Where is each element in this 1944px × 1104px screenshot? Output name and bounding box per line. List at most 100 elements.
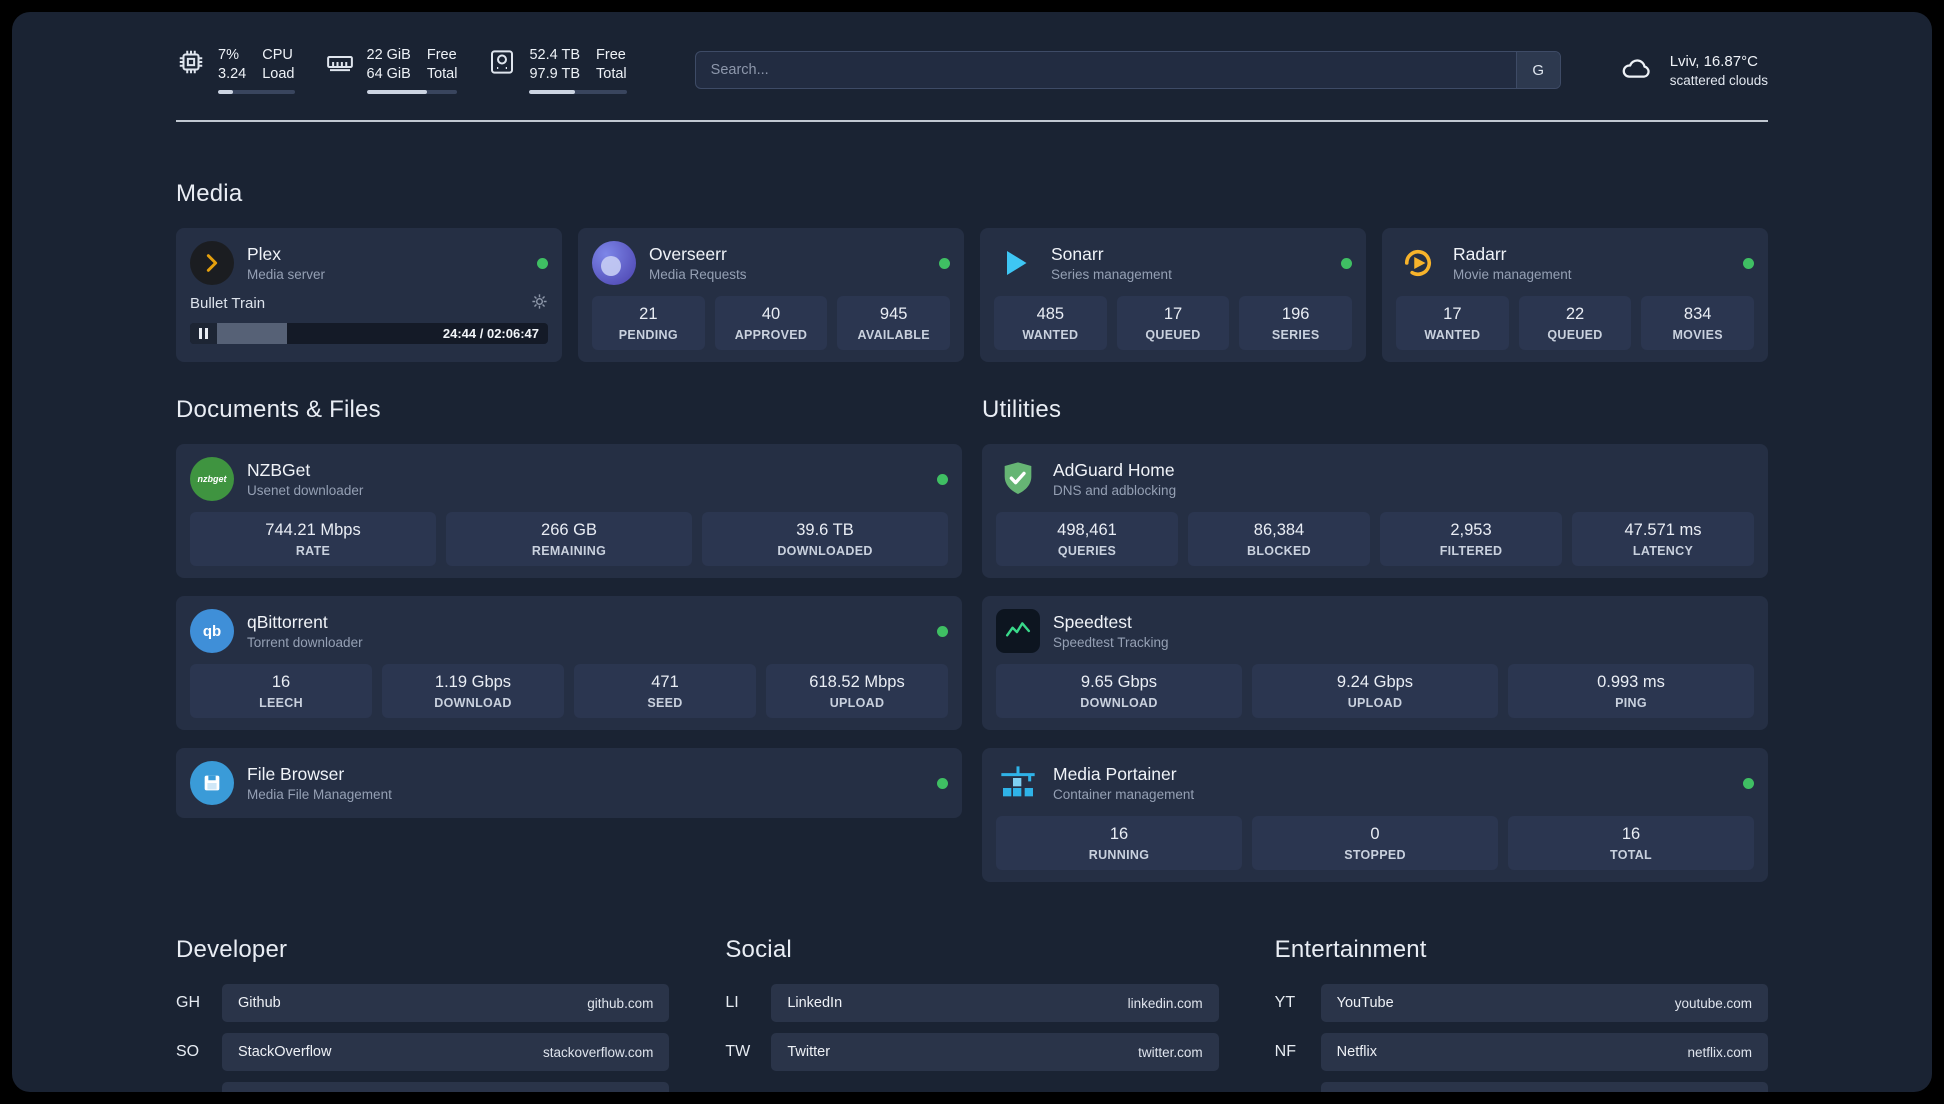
pause-icon[interactable] bbox=[190, 323, 217, 345]
stat-available: 945 AVAILABLE bbox=[837, 296, 950, 351]
playback-time: 24:44 / 02:06:47 bbox=[442, 326, 539, 342]
app-name: Overseerr bbox=[649, 244, 727, 265]
ram-icon bbox=[325, 47, 355, 82]
disk-free-value: 52.4 TB bbox=[529, 47, 581, 63]
stat-rate: 744.21 Mbps RATE bbox=[190, 512, 436, 567]
app-subtitle: Torrent downloader bbox=[247, 635, 363, 651]
bookmark-stackoverflow[interactable]: SO StackOverflow stackoverflow.com bbox=[176, 1033, 670, 1072]
stat-seed: 471 SEED bbox=[574, 664, 756, 719]
playback-progress-fill bbox=[217, 323, 287, 345]
cpu-load-value: 3.24 bbox=[218, 66, 247, 83]
stat-upload: 9.24 Gbps UPLOAD bbox=[1252, 664, 1498, 719]
developer-section-title: Developer bbox=[176, 936, 288, 964]
utilities-section-title: Utilities bbox=[982, 396, 1062, 424]
disk-values: 52.4 TB 97.9 TB bbox=[529, 46, 580, 84]
stat-leech: 16 LEECH bbox=[190, 664, 372, 719]
bookmark-netflix[interactable]: NF Netflix netflix.com bbox=[1275, 1033, 1768, 1072]
bookmark-url: netflix.com bbox=[1687, 1044, 1752, 1060]
app-subtitle: Series management bbox=[1051, 267, 1172, 283]
app-card-sonarr[interactable]: Sonarr Series management 485 WANTED 17 Q… bbox=[980, 228, 1366, 363]
bookmark-reddit[interactable]: RE Reddit reddit.com bbox=[1275, 1082, 1768, 1092]
topbar: 7% 3.24 CPU Load 22 GiB 64 GiB Free Tota… bbox=[176, 12, 1768, 95]
stat-approved: 40 APPROVED bbox=[714, 296, 828, 351]
stat-total: 16 TOTAL bbox=[1508, 816, 1754, 871]
stat-running: 16 RUNNING bbox=[996, 816, 1242, 871]
cpu-labels: CPU Load bbox=[262, 47, 295, 83]
cpu-usage-bar bbox=[218, 90, 295, 95]
playback-progress-bar[interactable]: 24:44 / 02:06:47 bbox=[190, 323, 548, 345]
bookmark-name: Netflix bbox=[1336, 1044, 1377, 1061]
disk-metric: 52.4 TB 97.9 TB Free Total bbox=[487, 46, 627, 95]
app-subtitle: Usenet downloader bbox=[247, 483, 364, 499]
app-subtitle: Movie management bbox=[1453, 267, 1572, 283]
status-dot bbox=[1743, 777, 1754, 789]
app-subtitle: Media server bbox=[247, 267, 326, 283]
bookmark-abbr: TW bbox=[725, 1043, 751, 1061]
bookmark-abbr: GH bbox=[176, 994, 200, 1012]
app-card-speedtest[interactable]: Speedtest Speedtest Tracking 9.65 Gbps D… bbox=[982, 596, 1768, 731]
now-playing-title: Bullet Train bbox=[190, 295, 266, 313]
stat-queries: 498,461 QUERIES bbox=[996, 512, 1178, 567]
bookmark-linkedin[interactable]: LI LinkedIn linkedin.com bbox=[725, 984, 1219, 1023]
bookmark-abbr: YT bbox=[1274, 994, 1296, 1012]
gear-icon[interactable] bbox=[531, 293, 548, 314]
app-card-radarr[interactable]: Radarr Movie management 17 WANTED 22 QUE… bbox=[1382, 228, 1768, 363]
cpu-icon bbox=[176, 47, 206, 82]
social-section-title: Social bbox=[725, 936, 792, 964]
portainer-icon bbox=[996, 761, 1040, 805]
disk-labels: Free Total bbox=[596, 47, 627, 83]
bookmark-group-developer: Developer GH Github github.com SO StackO… bbox=[176, 936, 670, 1092]
app-card-portainer[interactable]: Media Portainer Container management 16 … bbox=[982, 748, 1768, 883]
stat-stopped: 0 STOPPED bbox=[1252, 816, 1498, 871]
search-engine-button[interactable]: G bbox=[1515, 52, 1560, 89]
qbittorrent-icon: qb bbox=[190, 609, 234, 654]
bookmark-group-social: Social LI LinkedIn linkedin.com TW Twitt… bbox=[725, 936, 1219, 1092]
app-name: NZBGet bbox=[247, 460, 311, 481]
app-card-plex[interactable]: Plex Media server Bullet Train 24:44 / 0… bbox=[176, 228, 562, 363]
cpu-percent: 7% bbox=[218, 47, 239, 63]
cpu-values: 7% 3.24 bbox=[218, 46, 246, 84]
app-card-nzbget[interactable]: nzbget NZBGet Usenet downloader 744.21 M… bbox=[176, 444, 962, 579]
bookmark-youtube[interactable]: YT YouTube youtube.com bbox=[1274, 984, 1768, 1023]
app-name: Plex bbox=[247, 244, 282, 265]
app-subtitle: Media Requests bbox=[649, 267, 747, 283]
documents-column: Documents & Files nzbget NZBGet Usenet d… bbox=[176, 396, 962, 819]
media-section: Media Plex Media server Bullet Train 24:… bbox=[176, 180, 1768, 363]
search-bar: G bbox=[694, 51, 1561, 90]
overseerr-icon bbox=[592, 241, 636, 286]
status-dot bbox=[1743, 257, 1754, 269]
bookmark-name: Github bbox=[238, 995, 281, 1012]
bookmark-dev[interactable]: DT DEV dev.to bbox=[176, 1082, 670, 1092]
app-card-overseerr[interactable]: Overseerr Media Requests 21 PENDING 40 A… bbox=[578, 228, 964, 363]
stat-wanted: 485 WANTED bbox=[994, 296, 1107, 351]
bookmark-url: github.com bbox=[587, 995, 654, 1011]
stat-queued: 22 QUEUED bbox=[1518, 296, 1632, 351]
stat-series: 196 SERIES bbox=[1239, 296, 1352, 351]
adguard-icon bbox=[996, 457, 1040, 501]
stat-upload: 618.52 Mbps UPLOAD bbox=[766, 664, 948, 719]
bookmark-github[interactable]: GH Github github.com bbox=[176, 984, 670, 1023]
stat-filtered: 2,953 FILTERED bbox=[1380, 512, 1562, 567]
app-subtitle: Media File Management bbox=[247, 787, 392, 803]
cpu-metric: 7% 3.24 CPU Load bbox=[176, 46, 295, 95]
bookmark-name: Twitter bbox=[787, 1044, 831, 1061]
bookmark-url: stackoverflow.com bbox=[543, 1044, 654, 1060]
stat-pending: 21 PENDING bbox=[592, 296, 705, 351]
bookmark-name: StackOverflow bbox=[238, 1044, 332, 1061]
bookmark-name: YouTube bbox=[1336, 995, 1394, 1012]
stat-queued: 17 QUEUED bbox=[1116, 296, 1230, 351]
disk-total-value: 97.9 TB bbox=[529, 66, 581, 83]
app-card-qbittorrent[interactable]: qb qBittorrent Torrent downloader 16 LEE… bbox=[176, 596, 962, 731]
app-card-adguard[interactable]: AdGuard Home DNS and adblocking 498,461 … bbox=[982, 444, 1768, 579]
search-input[interactable] bbox=[695, 52, 1516, 89]
speedtest-icon bbox=[996, 609, 1040, 654]
app-card-filebrowser[interactable]: File Browser Media File Management bbox=[176, 748, 962, 819]
bookmark-name: LinkedIn bbox=[787, 995, 843, 1012]
stat-wanted: 17 WANTED bbox=[1396, 296, 1509, 351]
status-dot bbox=[1341, 257, 1352, 269]
stat-latency: 47.571 ms LATENCY bbox=[1572, 512, 1754, 567]
bookmark-twitter[interactable]: TW Twitter twitter.com bbox=[725, 1033, 1219, 1072]
stat-download: 9.65 Gbps DOWNLOAD bbox=[996, 664, 1242, 719]
bookmark-abbr: SO bbox=[176, 1043, 200, 1061]
weather-widget[interactable]: Lviv, 16.87°C scattered clouds bbox=[1615, 52, 1768, 89]
